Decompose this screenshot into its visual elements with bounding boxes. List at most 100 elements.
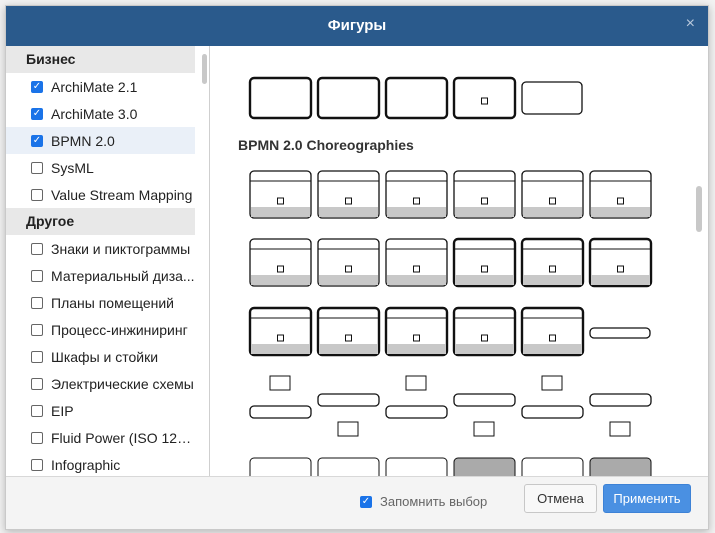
shape-tile-partial: [453, 457, 516, 476]
shape-tile[interactable]: [385, 170, 448, 219]
shape-tile[interactable]: [452, 306, 517, 357]
shape-tile[interactable]: [521, 405, 584, 419]
library-item-fluid-power[interactable]: Fluid Power (ISO 1219): [6, 424, 195, 451]
library-item-label: Электрические схемы: [51, 375, 194, 392]
envelope-icon: [405, 375, 427, 391]
library-item-bpmn-20[interactable]: ✓ BPMN 2.0: [6, 127, 195, 154]
dialog-title: Фигуры: [327, 17, 387, 34]
tile-frame: [316, 76, 381, 120]
shape-tile[interactable]: [317, 238, 380, 287]
library-item-material[interactable]: Материальный диза...: [6, 262, 195, 289]
group-business: Бизнес ✓ ArchiMate 2.1 ✓ ArchiMate 3.0 ✓ BP…: [6, 46, 209, 208]
tile-frame: [521, 405, 584, 419]
envelope-icon: [269, 375, 291, 391]
tile-frame: [248, 76, 313, 120]
tile-bottom-band: [523, 207, 582, 217]
shape-tile[interactable]: [316, 76, 381, 120]
shape-tile-partial: [249, 457, 312, 476]
shape-tile[interactable]: [385, 405, 448, 419]
shape-tile[interactable]: [521, 170, 584, 219]
shape-tile[interactable]: [384, 306, 449, 357]
library-item-racks[interactable]: Шкафы и стойки: [6, 343, 195, 370]
library-item-label: Материальный диза...: [51, 267, 195, 284]
library-item-process-engineering[interactable]: Процесс-инжиниринг: [6, 316, 195, 343]
shape-tile[interactable]: [248, 76, 313, 120]
tile-bottom-band: [251, 207, 310, 217]
checkbox[interactable]: [31, 431, 43, 444]
remember-choice[interactable]: ✓ Запомнить выбор: [360, 494, 487, 509]
checkbox[interactable]: ✓: [31, 134, 43, 147]
shape-tile[interactable]: [589, 170, 652, 219]
library-item-archimate-21[interactable]: ✓ ArchiMate 2.1: [6, 73, 195, 100]
shape-tile[interactable]: [248, 306, 313, 357]
remember-label: Запомнить выбор: [380, 494, 488, 509]
library-item-value-stream[interactable]: Value Stream Mapping: [6, 181, 195, 208]
shape-tile[interactable]: [385, 238, 448, 287]
checkbox[interactable]: [31, 296, 43, 309]
library-item-label: Знаки и пиктограммы: [51, 240, 191, 257]
preview-scrollbar[interactable]: [696, 186, 702, 232]
tile-frame: [249, 405, 312, 419]
sidebar-scrollbar[interactable]: [202, 54, 207, 84]
shape-tile[interactable]: [317, 393, 380, 407]
tile-frame: [453, 393, 516, 407]
shape-tile[interactable]: [589, 393, 652, 407]
tile-bottom-band: [319, 207, 378, 217]
checkbox[interactable]: [31, 242, 43, 255]
shape-tile[interactable]: [589, 327, 651, 339]
library-item-electrical[interactable]: Электрические схемы: [6, 370, 195, 397]
shape-tile[interactable]: [520, 306, 585, 357]
tile-bottom-band: [455, 207, 514, 217]
tile-frame: [589, 327, 651, 339]
library-item-floorplans[interactable]: Планы помещений: [6, 289, 195, 316]
library-item-signs[interactable]: Знаки и пиктограммы: [6, 235, 195, 262]
tile-frame: [385, 405, 448, 419]
shape-tile[interactable]: [452, 76, 517, 120]
checkbox[interactable]: [31, 269, 43, 282]
checkbox[interactable]: [31, 161, 43, 174]
library-item-sysml[interactable]: SysML: [6, 154, 195, 181]
envelope-icon: [337, 421, 359, 437]
tile-bottom-band: [523, 275, 582, 285]
group-other: Другое Знаки и пиктограммы Материальный …: [6, 208, 209, 476]
shape-tile[interactable]: [249, 405, 312, 419]
shape-tile[interactable]: [453, 170, 516, 219]
checkbox[interactable]: ✓: [31, 80, 43, 93]
shape-tile-partial: [589, 457, 652, 476]
checkbox[interactable]: [31, 377, 43, 390]
checkbox[interactable]: ✓: [31, 107, 43, 120]
shape-tile[interactable]: [249, 170, 312, 219]
shape-tile[interactable]: [249, 238, 312, 287]
tile-bottom-band: [319, 344, 378, 354]
group-header: Бизнес: [6, 46, 195, 73]
shape-tile[interactable]: [588, 237, 653, 288]
dialog-footer: ✓ Запомнить выбор Отмена Применить: [6, 476, 708, 529]
cancel-button[interactable]: Отмена: [524, 484, 597, 513]
shape-tile[interactable]: [520, 237, 585, 288]
tile-frame: [384, 76, 449, 120]
checkbox[interactable]: [31, 188, 43, 201]
tile-bottom-band: [251, 275, 310, 285]
library-item-label: Шкафы и стойки: [51, 348, 159, 365]
library-item-eip[interactable]: EIP: [6, 397, 195, 424]
shape-tile[interactable]: [521, 81, 583, 115]
shape-tile[interactable]: [316, 306, 381, 357]
tile-bottom-band: [455, 344, 514, 354]
checkbox[interactable]: [31, 350, 43, 363]
library-item-infographic[interactable]: Infographic: [6, 451, 195, 476]
close-icon[interactable]: ×: [686, 16, 695, 32]
shape-tile[interactable]: [452, 237, 517, 288]
tile-frame: [589, 393, 652, 407]
tile-bottom-band: [591, 207, 650, 217]
library-item-archimate-30[interactable]: ✓ ArchiMate 3.0: [6, 100, 195, 127]
shapes-preview: BPMN 2.0 Choreographies: [210, 46, 708, 476]
shape-tile[interactable]: [384, 76, 449, 120]
dialog-titlebar: Фигуры ×: [6, 6, 708, 46]
apply-button[interactable]: Применить: [603, 484, 691, 513]
remember-checkbox[interactable]: ✓: [360, 495, 372, 508]
checkbox[interactable]: [31, 404, 43, 417]
shape-tile[interactable]: [453, 393, 516, 407]
shape-tile[interactable]: [317, 170, 380, 219]
checkbox[interactable]: [31, 458, 43, 471]
checkbox[interactable]: [31, 323, 43, 336]
